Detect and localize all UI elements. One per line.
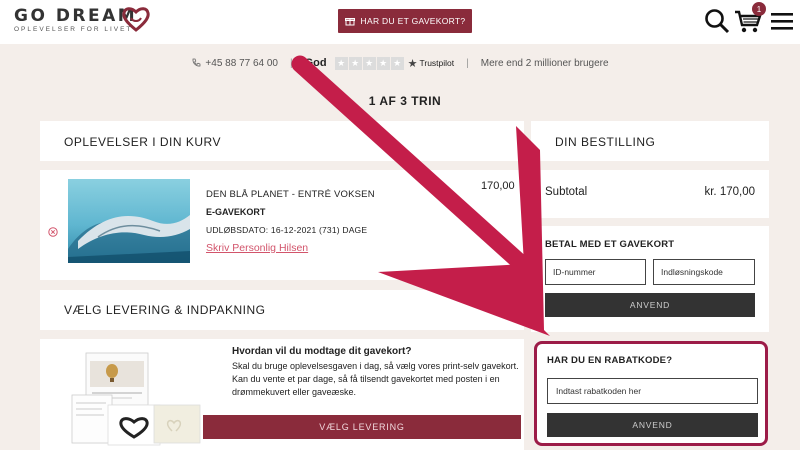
users-count-text: Mere end 2 millioner brugere (480, 57, 609, 69)
phone-icon (193, 58, 201, 67)
gift-card-packaging-image (71, 352, 201, 446)
order-panel-title: DIN BESTILLING (555, 135, 656, 149)
logo-tagline: OPLEVELSER FOR LIVET (14, 26, 133, 33)
step-indicator: 1 AF 3 TRIN (368, 94, 442, 108)
gift-card-button[interactable]: HAR DU ET GAVEKORT? (338, 9, 472, 33)
phone-contact[interactable]: +45 88 77 64 00 (191, 58, 278, 69)
subtotal-label: Subtotal (545, 186, 588, 198)
item-name: DEN BLÅ PLANET - ENTRÉ VOKSEN (206, 189, 375, 200)
cart-item: DEN BLÅ PLANET - ENTRÉ VOKSEN E-GAVEKORT… (40, 170, 524, 280)
star-icon: ★ (348, 56, 362, 70)
item-expiry: UDLØBSDATO: 16-12-2021 (731) DAGE (206, 225, 368, 235)
menu-icon[interactable] (770, 11, 794, 31)
heart-logo-icon (122, 7, 150, 32)
personal-greeting-link[interactable]: Skriv Personlig Hilsen (206, 242, 308, 254)
site-header: GO DREAM OPLEVELSER FOR LIVET HAR DU ET … (0, 0, 800, 44)
delivery-description: Skal du bruge oplevelsesgaven i dag, så … (232, 361, 519, 397)
trust-bar: +45 88 77 64 00 | God ★ ★ ★ ★ ★ ★ Trustp… (0, 52, 800, 74)
subtotal-value: kr. 170,00 (704, 186, 755, 198)
choose-delivery-button[interactable]: VÆLG LEVERING (203, 415, 521, 439)
delivery-panel-header: VÆLG LEVERING & INDPAKNING (40, 290, 524, 330)
star-icon: ★ (334, 56, 348, 70)
rating-stars: ★ ★ ★ ★ ★ (334, 56, 404, 70)
subtotal-row: Subtotal kr. 170,00 (531, 170, 769, 218)
phone-number: +45 88 77 64 00 (205, 57, 278, 69)
giftcard-payment-panel: BETAL MED ET GAVEKORT ID-nummer Indløsni… (531, 226, 769, 332)
divider: | (466, 57, 469, 69)
discount-title: HAR DU EN RABATKODE? (547, 355, 673, 366)
discount-code-input[interactable]: Indtast rabatkoden her (547, 378, 758, 404)
cart-count-badge: 1 (752, 2, 766, 16)
delivery-question: Hvordan vil du modtage dit gavekort? (232, 346, 412, 357)
cart-panel-title: OPLEVELSER I DIN KURV (64, 135, 221, 149)
giftcard-title: BETAL MED ET GAVEKORT (545, 239, 675, 250)
delivery-panel: Hvordan vil du modtage dit gavekort? Ska… (40, 339, 524, 450)
giftcard-apply-button[interactable]: ANVEND (545, 293, 755, 317)
giftcard-code-input[interactable]: Indløsningskode (653, 259, 755, 285)
star-icon: ★ (390, 56, 404, 70)
logo-name: GO DREAM (14, 6, 138, 26)
trustpilot-star-icon: ★ (407, 57, 418, 70)
order-panel-header: DIN BESTILLING (531, 121, 769, 161)
gift-card-button-label: HAR DU ET GAVEKORT? (360, 16, 466, 26)
item-price: 170,00 (481, 180, 515, 192)
rating-label: God (304, 57, 327, 69)
aquarium-building-illustration (68, 215, 190, 263)
star-icon: ★ (362, 56, 376, 70)
discount-code-panel: HAR DU EN RABATKODE? Indtast rabatkoden … (534, 341, 768, 446)
discount-apply-button[interactable]: ANVEND (547, 413, 758, 437)
gift-icon (344, 18, 355, 26)
star-icon: ★ (376, 56, 390, 70)
divider: | (290, 57, 293, 69)
logo[interactable]: GO DREAM OPLEVELSER FOR LIVET (14, 6, 137, 33)
remove-item-icon[interactable] (48, 227, 58, 237)
trustpilot-label: Trustpilot (419, 58, 455, 68)
search-icon[interactable] (704, 8, 730, 34)
trustpilot-logo[interactable]: ★ Trustpilot (408, 57, 455, 70)
cart-panel-header: OPLEVELSER I DIN KURV (40, 121, 524, 161)
giftcard-id-input[interactable]: ID-nummer (545, 259, 646, 285)
item-type: E-GAVEKORT (206, 207, 266, 217)
item-image (68, 179, 190, 263)
delivery-panel-title: VÆLG LEVERING & INDPAKNING (64, 303, 266, 317)
